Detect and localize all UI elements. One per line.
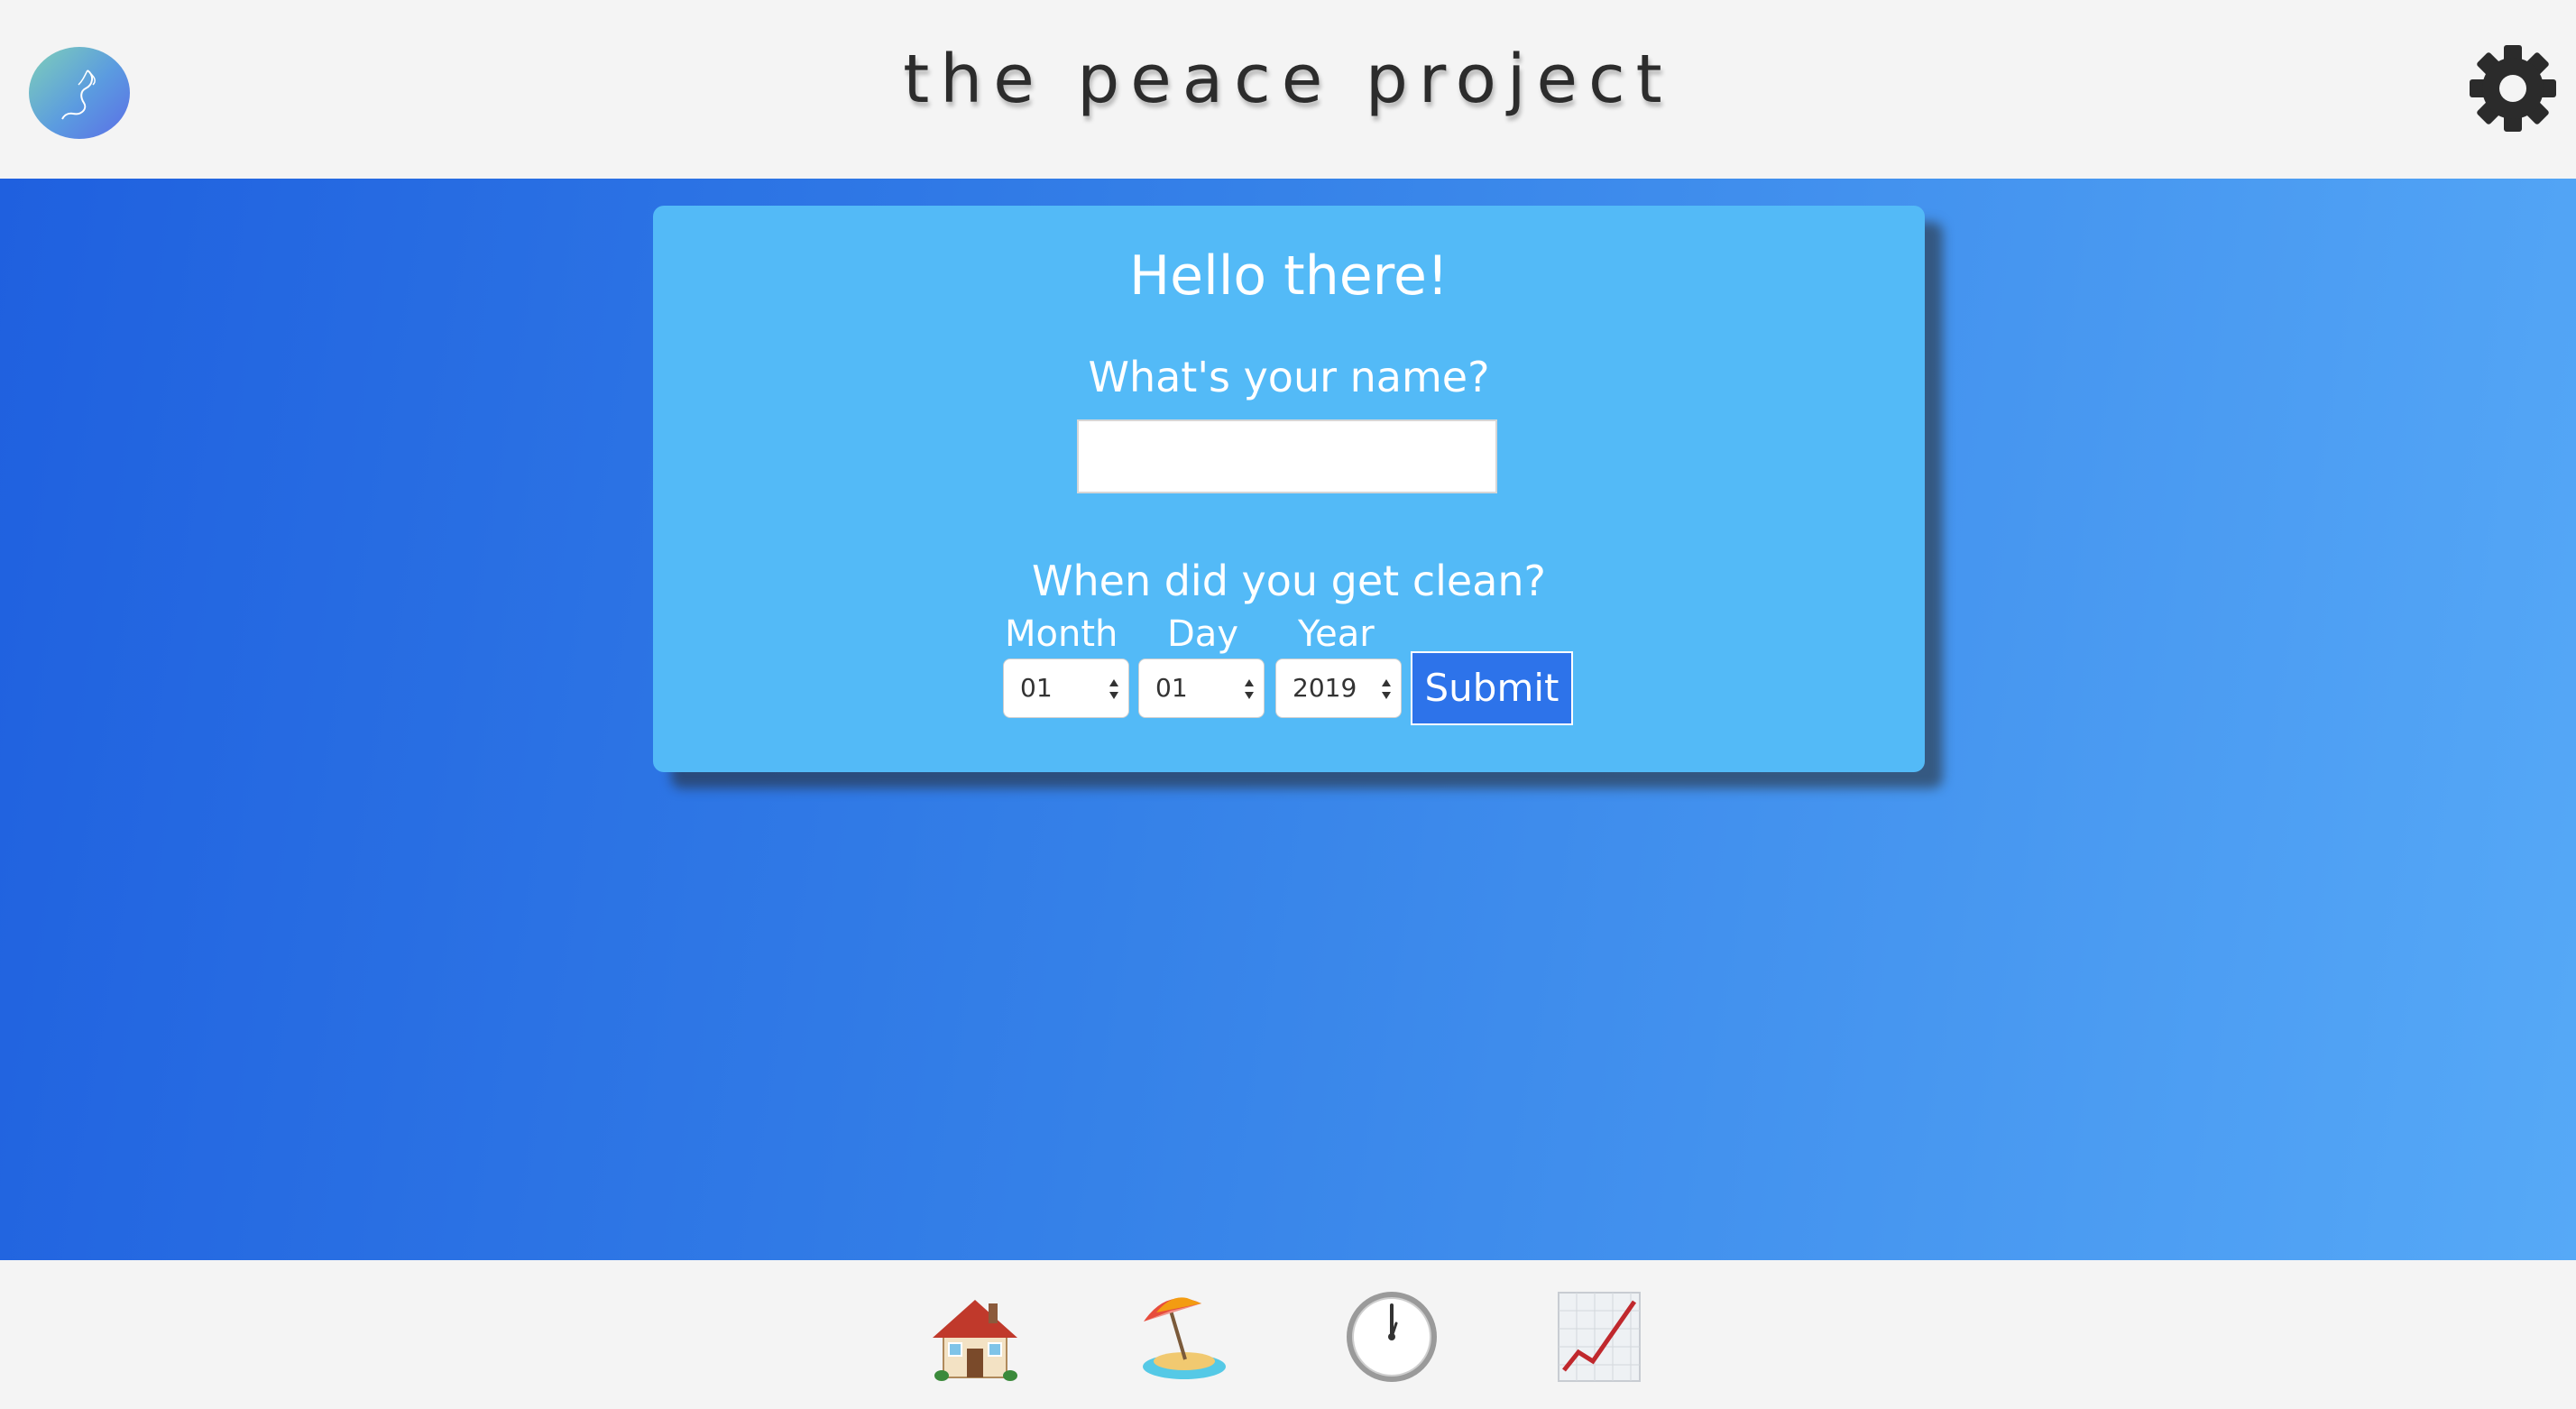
beach-umbrella-icon [1143, 1297, 1226, 1379]
day-label: Day [1167, 613, 1238, 655]
year-label: Year [1298, 613, 1375, 655]
header-bar: the peace project [0, 0, 2576, 179]
select-arrows-icon [1109, 679, 1118, 699]
year-select-value: 2019 [1293, 673, 1357, 703]
nav-home-button[interactable] [925, 1287, 1025, 1386]
select-arrows-icon [1245, 679, 1254, 699]
month-label: Month [1005, 613, 1118, 655]
month-select[interactable]: 01 [1003, 658, 1129, 718]
select-arrows-icon [1382, 679, 1391, 699]
bottom-nav [0, 1260, 2576, 1409]
day-select-value: 01 [1155, 673, 1188, 703]
submit-button[interactable]: Submit [1411, 651, 1573, 725]
clean-date-question: When did you get clean? [1032, 557, 1546, 605]
year-select[interactable]: 2019 [1275, 658, 1402, 718]
name-question: What's your name? [1088, 353, 1490, 401]
greeting-heading: Hello there! [1129, 244, 1449, 308]
month-select-value: 01 [1020, 673, 1053, 703]
app-page: the peace project Hello there! What's yo… [0, 0, 2576, 1409]
name-input[interactable] [1077, 419, 1497, 493]
main-background: Hello there! What's your name? When did … [0, 179, 2576, 1260]
nav-relax-button[interactable] [1135, 1287, 1234, 1386]
nav-progress-button[interactable] [1550, 1287, 1649, 1386]
nav-time-button[interactable] [1342, 1287, 1441, 1386]
settings-button[interactable] [2468, 43, 2558, 134]
house-icon [933, 1300, 1017, 1381]
gear-icon [2470, 45, 2556, 132]
welcome-card: Hello there! What's your name? When did … [653, 206, 1925, 772]
app-title: the peace project [903, 41, 1673, 118]
day-select[interactable]: 01 [1138, 658, 1265, 718]
chart-increasing-icon [1558, 1292, 1641, 1382]
clock-icon [1347, 1292, 1437, 1382]
